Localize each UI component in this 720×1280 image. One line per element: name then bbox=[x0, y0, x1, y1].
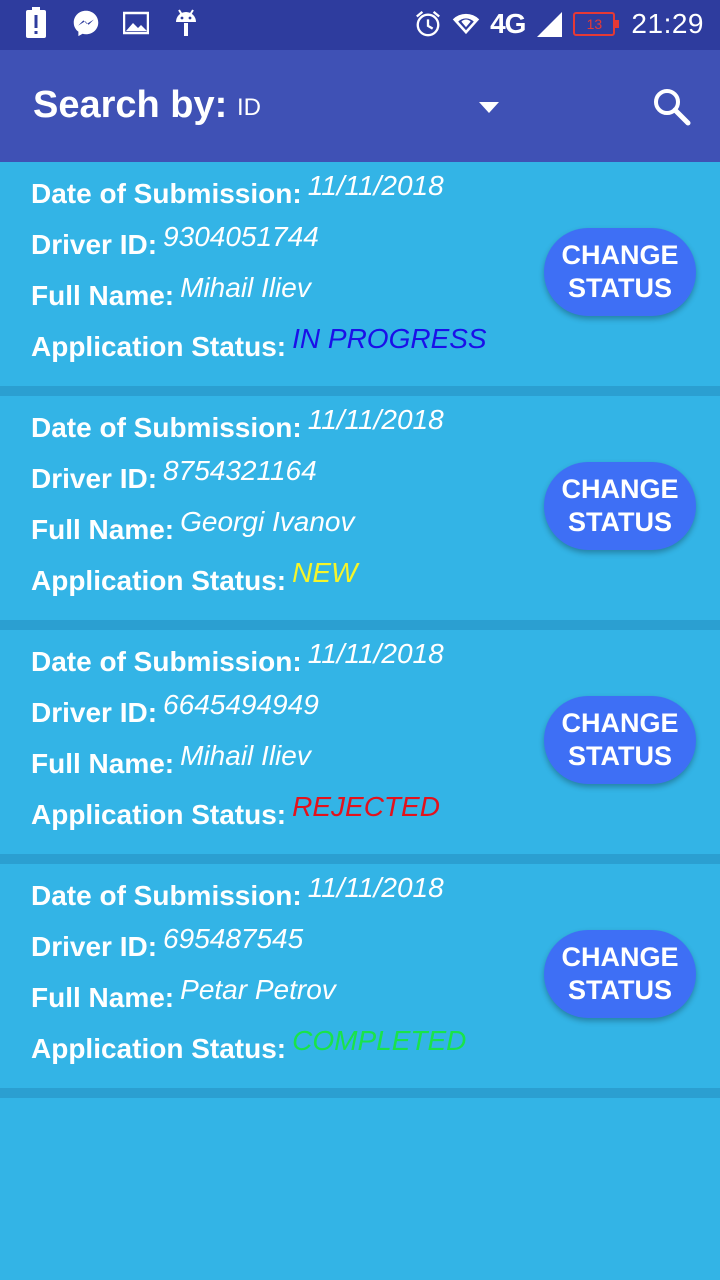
change-status-button[interactable]: CHANGE STATUS bbox=[544, 930, 696, 1018]
full-name-value: Mihail Iliev bbox=[180, 272, 311, 303]
date-value: 11/11/2018 bbox=[307, 404, 444, 435]
full-name-row: Full Name: Georgi Ivanov bbox=[31, 506, 354, 546]
search-button[interactable] bbox=[650, 85, 694, 129]
status-label: Application Status: bbox=[31, 799, 287, 830]
driver-id-value: 6645494949 bbox=[163, 689, 319, 720]
change-status-button[interactable]: CHANGE STATUS bbox=[544, 696, 696, 784]
alarm-icon bbox=[414, 9, 442, 39]
date-label: Date of Submission: bbox=[31, 412, 302, 443]
date-row: Date of Submission: 11/11/2018 bbox=[31, 170, 444, 210]
driver-id-label: Driver ID: bbox=[31, 697, 158, 728]
button-label-line1: CHANGE bbox=[561, 708, 679, 738]
driver-id-value: 8754321164 bbox=[163, 455, 317, 486]
driver-id-row: Driver ID: 6645494949 bbox=[31, 689, 319, 729]
status-row: Application Status: IN PROGRESS bbox=[31, 323, 487, 363]
date-label: Date of Submission: bbox=[31, 646, 302, 677]
full-name-value: Mihail Iliev bbox=[180, 740, 311, 771]
search-by-label: Search by: bbox=[33, 84, 228, 126]
search-icon bbox=[654, 89, 691, 126]
status-value: IN PROGRESS bbox=[292, 323, 487, 354]
status-value: NEW bbox=[292, 557, 358, 588]
driver-id-row: Driver ID: 695487545 bbox=[31, 923, 303, 963]
card-divider bbox=[0, 1088, 720, 1098]
status-value: REJECTED bbox=[292, 791, 440, 822]
search-field-value: ID bbox=[237, 94, 261, 121]
status-label: Application Status: bbox=[31, 565, 287, 596]
status-label: Application Status: bbox=[31, 331, 287, 362]
application-card: Date of Submission: 11/11/2018 Driver ID:… bbox=[0, 864, 720, 1088]
date-label: Date of Submission: bbox=[31, 880, 302, 911]
android-icon bbox=[172, 8, 200, 38]
button-label-line2: STATUS bbox=[568, 975, 672, 1005]
button-label-line2: STATUS bbox=[568, 273, 672, 303]
full-name-row: Full Name: Mihail Iliev bbox=[31, 272, 311, 312]
driver-id-row: Driver ID: 8754321164 bbox=[31, 455, 317, 495]
button-label-line1: CHANGE bbox=[561, 240, 679, 270]
button-label-line1: CHANGE bbox=[561, 474, 679, 504]
status-value: COMPLETED bbox=[292, 1025, 467, 1056]
image-icon bbox=[122, 8, 150, 38]
change-status-button[interactable]: CHANGE STATUS bbox=[544, 462, 696, 550]
full-name-value: Petar Petrov bbox=[180, 974, 336, 1005]
full-name-label: Full Name: bbox=[31, 514, 175, 545]
date-label: Date of Submission: bbox=[31, 178, 302, 209]
driver-id-row: Driver ID: 9304051744 bbox=[31, 221, 319, 261]
alert-icon bbox=[22, 7, 50, 38]
search-field-dropdown[interactable]: ID bbox=[237, 88, 507, 128]
date-value: 11/11/2018 bbox=[307, 638, 444, 669]
date-value: 11/11/2018 bbox=[307, 170, 444, 201]
date-value: 11/11/2018 bbox=[307, 872, 444, 903]
card-divider bbox=[0, 620, 720, 630]
messenger-icon bbox=[72, 8, 100, 38]
application-card: Date of Submission: 11/11/2018 Driver ID:… bbox=[0, 630, 720, 854]
application-card: Date of Submission: 11/11/2018 Driver ID:… bbox=[0, 162, 720, 386]
status-row: Application Status: REJECTED bbox=[31, 791, 440, 831]
change-status-button[interactable]: CHANGE STATUS bbox=[544, 228, 696, 316]
clock: 21:29 bbox=[631, 8, 704, 39]
date-row: Date of Submission: 11/11/2018 bbox=[31, 404, 444, 444]
chevron-down-icon bbox=[479, 102, 499, 113]
wifi-icon bbox=[452, 9, 480, 39]
card-divider bbox=[0, 854, 720, 864]
card-divider bbox=[0, 386, 720, 396]
driver-id-label: Driver ID: bbox=[31, 463, 158, 494]
date-row: Date of Submission: 11/11/2018 bbox=[31, 638, 444, 678]
battery-level: 13 bbox=[586, 16, 603, 32]
date-row: Date of Submission: 11/11/2018 bbox=[31, 872, 444, 912]
signal-icon bbox=[535, 9, 563, 39]
full-name-row: Full Name: Mihail Iliev bbox=[31, 740, 311, 780]
status-bar: 4G 13 21:29 bbox=[0, 0, 720, 50]
full-name-label: Full Name: bbox=[31, 748, 175, 779]
battery-icon: 13 bbox=[573, 12, 620, 36]
app-bar: Search by: ID bbox=[0, 50, 720, 162]
button-label-line2: STATUS bbox=[568, 507, 672, 537]
driver-id-label: Driver ID: bbox=[31, 229, 158, 260]
status-label: Application Status: bbox=[31, 1033, 287, 1064]
driver-id-label: Driver ID: bbox=[31, 931, 158, 962]
status-row: Application Status: COMPLETED bbox=[31, 1025, 466, 1065]
network-type: 4G bbox=[490, 8, 526, 39]
button-label-line2: STATUS bbox=[568, 741, 672, 771]
full-name-row: Full Name: Petar Petrov bbox=[31, 974, 336, 1014]
driver-id-value: 9304051744 bbox=[163, 221, 319, 252]
full-name-label: Full Name: bbox=[31, 280, 175, 311]
status-row: Application Status: NEW bbox=[31, 557, 357, 597]
button-label-line1: CHANGE bbox=[561, 942, 679, 972]
application-card: Date of Submission: 11/11/2018 Driver ID:… bbox=[0, 396, 720, 620]
driver-id-value: 695487545 bbox=[163, 923, 304, 954]
full-name-value: Georgi Ivanov bbox=[180, 506, 355, 537]
full-name-label: Full Name: bbox=[31, 982, 175, 1013]
